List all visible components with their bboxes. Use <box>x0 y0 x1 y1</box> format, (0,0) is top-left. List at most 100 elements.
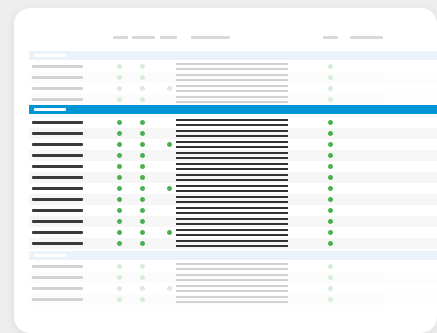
row-detail <box>176 212 288 214</box>
row-name <box>32 287 83 290</box>
table-row[interactable] <box>29 283 437 294</box>
row-detail <box>176 85 288 87</box>
status-dot-icon <box>117 186 122 191</box>
row-name <box>32 154 83 157</box>
column-header[interactable] <box>350 36 383 39</box>
row-name <box>32 176 83 179</box>
status-dot-icon <box>140 275 145 280</box>
table-row[interactable] <box>29 128 437 139</box>
row-detail <box>176 234 288 236</box>
status-dot-icon <box>140 186 145 191</box>
status-dot-icon <box>328 286 333 291</box>
group-label <box>34 108 66 111</box>
row-name <box>32 265 83 268</box>
status-dot-icon <box>140 264 145 269</box>
row-name <box>32 198 83 201</box>
status-dot-icon <box>140 153 145 158</box>
group-label <box>34 254 66 257</box>
status-dot-icon <box>140 131 145 136</box>
row-detail <box>176 296 288 298</box>
table-row[interactable] <box>29 227 437 238</box>
status-dot-icon <box>140 219 145 224</box>
status-dot-icon <box>140 230 145 235</box>
status-dot-icon <box>328 142 333 147</box>
status-dot-icon <box>167 286 172 291</box>
status-dot-icon <box>328 219 333 224</box>
row-detail <box>176 146 288 148</box>
row-detail <box>176 163 288 165</box>
row-detail <box>176 141 288 143</box>
table-row[interactable] <box>29 172 437 183</box>
row-name <box>32 65 83 68</box>
row-name <box>32 276 83 279</box>
table-row[interactable] <box>29 261 437 272</box>
status-dot-icon <box>328 131 333 136</box>
table-header <box>29 32 437 44</box>
status-dot-icon <box>328 264 333 269</box>
status-dot-icon <box>117 75 122 80</box>
status-dot-icon <box>140 197 145 202</box>
table-row[interactable] <box>29 183 437 194</box>
row-detail <box>176 196 288 198</box>
table-row[interactable] <box>29 161 437 172</box>
row-detail <box>176 79 288 81</box>
row-detail <box>176 245 288 247</box>
row-detail <box>176 135 288 137</box>
row-detail <box>176 179 288 181</box>
status-dot-icon <box>328 75 333 80</box>
status-dot-icon <box>140 97 145 102</box>
table-row[interactable] <box>29 139 437 150</box>
row-detail <box>176 74 288 76</box>
table-row[interactable] <box>29 72 437 83</box>
status-dot-icon <box>140 75 145 80</box>
status-dot-icon <box>117 97 122 102</box>
row-detail <box>176 290 288 292</box>
status-dot-icon <box>140 286 145 291</box>
status-dot-icon <box>117 275 122 280</box>
row-name <box>32 187 83 190</box>
column-header[interactable] <box>113 36 128 39</box>
status-dot-icon <box>140 64 145 69</box>
row-detail <box>176 218 288 220</box>
group-header[interactable] <box>29 51 437 60</box>
row-detail <box>176 240 288 242</box>
column-header[interactable] <box>323 36 338 39</box>
row-detail <box>176 63 288 65</box>
group-header[interactable] <box>29 251 437 260</box>
status-dot-icon <box>117 153 122 158</box>
status-dot-icon <box>167 186 172 191</box>
status-dot-icon <box>140 208 145 213</box>
status-dot-icon <box>167 86 172 91</box>
row-name <box>32 220 83 223</box>
app-window <box>14 8 437 333</box>
table-row[interactable] <box>29 61 437 72</box>
table-row[interactable] <box>29 294 437 305</box>
table-row[interactable] <box>29 205 437 216</box>
row-detail <box>176 268 288 270</box>
column-header[interactable] <box>191 36 230 39</box>
row-name <box>32 165 83 168</box>
status-dot-icon <box>328 275 333 280</box>
table-row[interactable] <box>29 238 437 249</box>
table-row[interactable] <box>29 83 437 94</box>
table-row[interactable] <box>29 150 437 161</box>
row-name <box>32 87 83 90</box>
column-header[interactable] <box>132 36 155 39</box>
column-header[interactable] <box>160 36 177 39</box>
table-row[interactable] <box>29 117 437 128</box>
status-dot-icon <box>140 241 145 246</box>
row-detail <box>176 157 288 159</box>
status-dot-icon <box>140 86 145 91</box>
status-dot-icon <box>117 175 122 180</box>
row-detail <box>176 201 288 203</box>
group-header-selected[interactable] <box>29 105 437 114</box>
table-row[interactable] <box>29 94 437 105</box>
table-row[interactable] <box>29 216 437 227</box>
row-detail <box>176 168 288 170</box>
row-detail <box>176 174 288 176</box>
status-dot-icon <box>328 120 333 125</box>
status-dot-icon <box>117 120 122 125</box>
status-dot-icon <box>117 208 122 213</box>
table-row[interactable] <box>29 194 437 205</box>
table-row[interactable] <box>29 272 437 283</box>
